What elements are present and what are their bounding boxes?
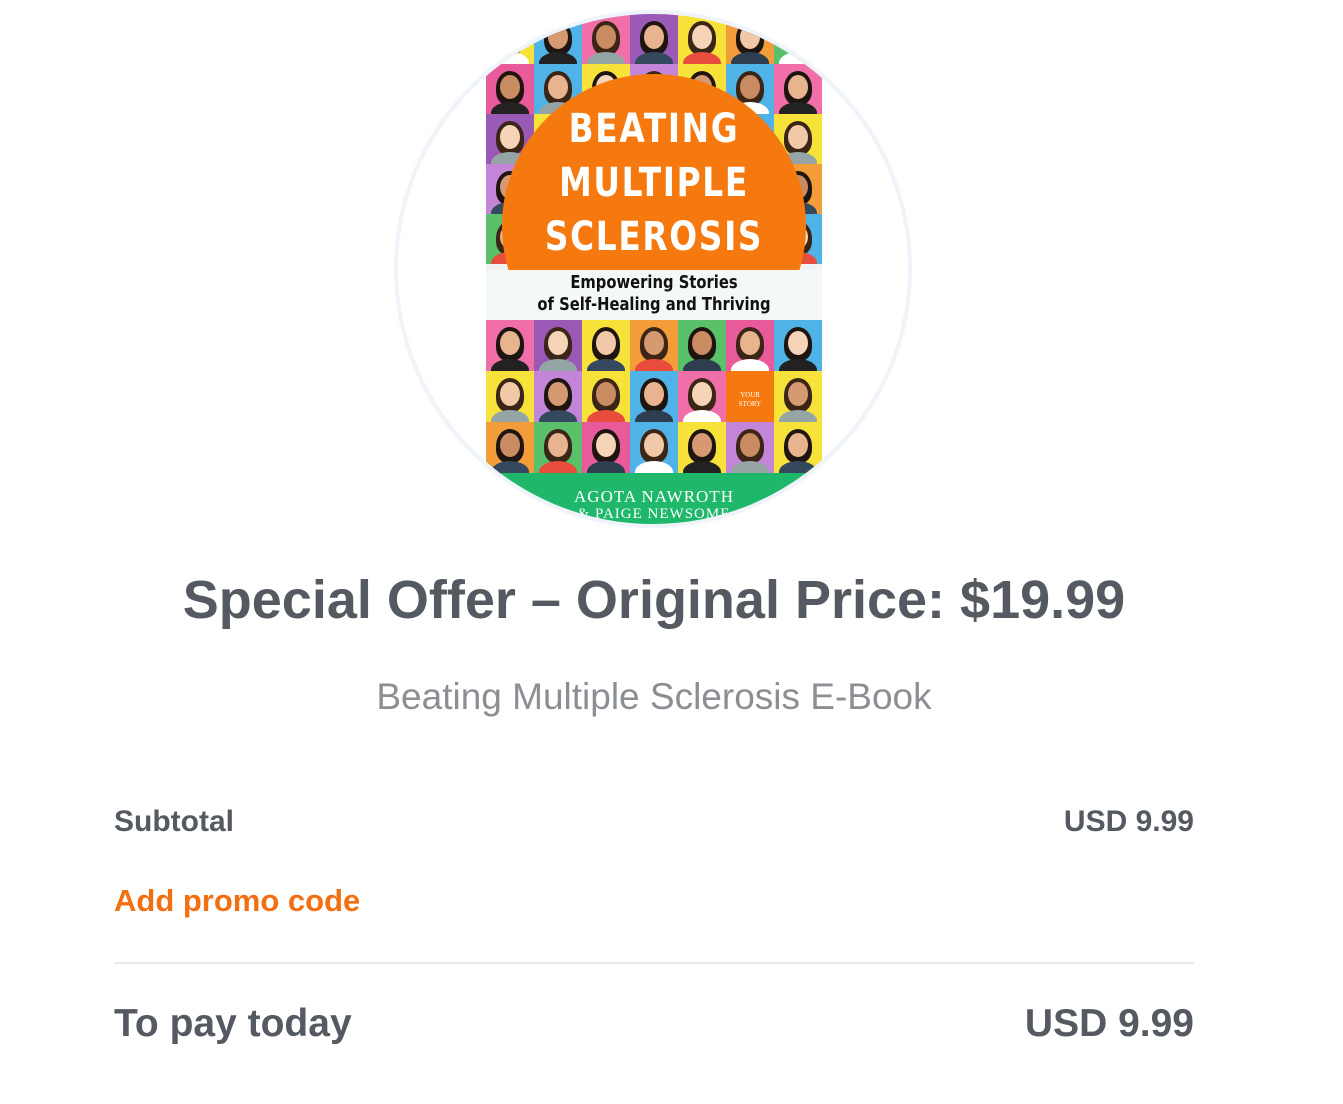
cover-portrait <box>774 422 822 473</box>
cover-portrait <box>630 422 678 473</box>
cover-portrait <box>678 422 726 473</box>
cover-title: BEATING MULTIPLE SCLEROSIS <box>544 106 764 260</box>
cover-portrait <box>486 320 534 371</box>
cover-authors: AGOTA NAWROTH & PAIGE NEWSOME <box>486 473 822 524</box>
product-image: BEATING MULTIPLE SCLEROSIS Empowering St… <box>398 14 908 524</box>
cover-portrait <box>534 14 582 64</box>
cover-portrait <box>774 371 822 422</box>
cover-portrait <box>774 320 822 371</box>
subtotal-value: USD 9.99 <box>1063 805 1194 838</box>
cover-portrait <box>678 371 726 422</box>
cover-portrait <box>534 422 582 473</box>
cover-your-story-tile: YOUR STORY <box>726 371 774 422</box>
cover-portrait <box>486 422 534 473</box>
cover-your-story-text: YOUR STORY <box>738 391 762 408</box>
divider <box>114 962 1194 964</box>
cover-photo-grid-bottom: YOUR STORY <box>486 320 822 473</box>
cover-portrait <box>726 422 774 473</box>
offer-title: Special Offer – Original Price: $19.99 <box>182 570 1126 630</box>
product-name: Beating Multiple Sclerosis E-Book <box>376 676 932 717</box>
total-label: To pay today <box>114 1002 352 1045</box>
cover-portrait <box>678 320 726 371</box>
subtotal-label: Subtotal <box>114 805 234 838</box>
cover-portrait <box>630 320 678 371</box>
total-value: USD 9.99 <box>1024 1002 1194 1045</box>
cover-portrait <box>726 320 774 371</box>
checkout-summary: BEATING MULTIPLE SCLEROSIS Empowering St… <box>0 0 1343 1104</box>
cover-portrait <box>582 371 630 422</box>
cover-portrait <box>582 14 630 64</box>
total-row: To pay today USD 9.99 <box>114 1000 1194 1048</box>
cover-author-2: & PAIGE NEWSOME <box>577 506 731 522</box>
cover-portrait <box>534 371 582 422</box>
cover-portrait <box>678 14 726 64</box>
cover-portrait <box>486 14 534 64</box>
cover-portrait <box>582 320 630 371</box>
cover-subtitle: Empowering Stories of Self-Healing and T… <box>537 272 771 315</box>
book-cover: BEATING MULTIPLE SCLEROSIS Empowering St… <box>486 14 822 524</box>
cover-author-1: AGOTA NAWROTH <box>574 487 734 506</box>
cover-portrait <box>630 14 678 64</box>
cover-portrait <box>486 371 534 422</box>
subtotal-row: Subtotal USD 9.99 <box>114 802 1194 842</box>
cover-portrait <box>726 14 774 64</box>
cover-portrait <box>774 14 822 64</box>
cover-portrait <box>534 320 582 371</box>
cover-portrait <box>630 371 678 422</box>
cover-portrait <box>582 422 630 473</box>
add-promo-code-link[interactable]: Add promo code <box>114 880 360 922</box>
